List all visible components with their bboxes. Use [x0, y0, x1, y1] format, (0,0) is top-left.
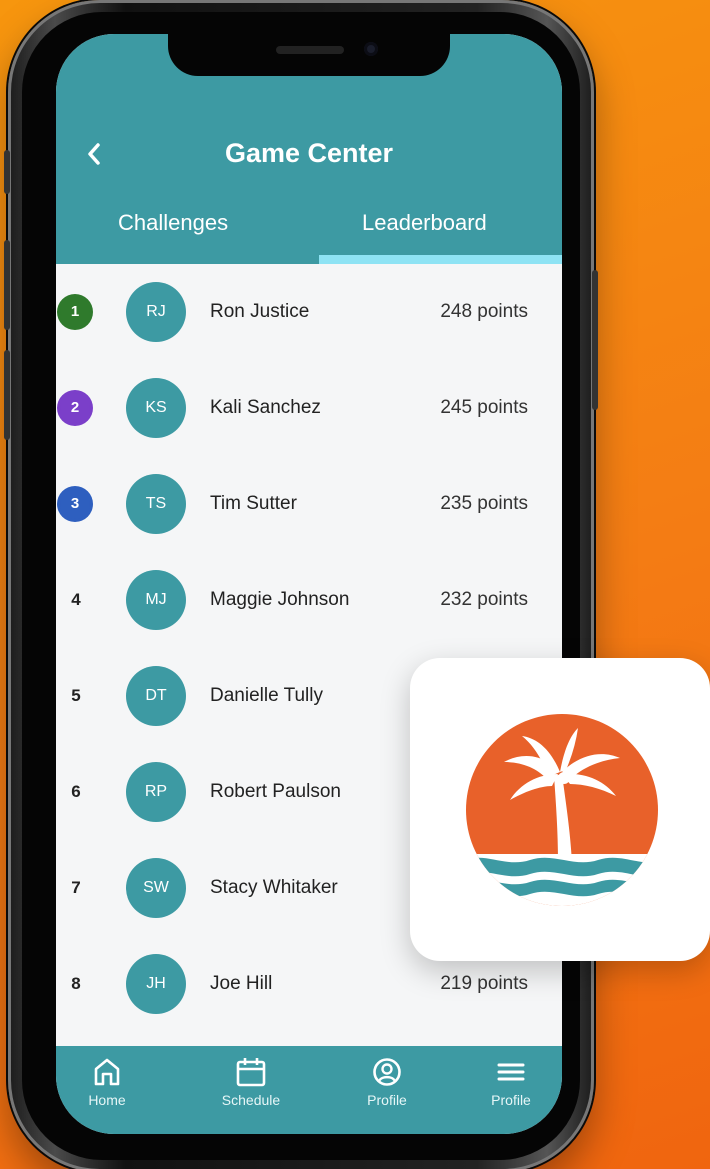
rank-badge: 3 [60, 489, 90, 519]
rank-number: 4 [71, 590, 81, 609]
player-points: 235 points [440, 493, 528, 514]
speaker-grille [276, 46, 344, 54]
nav-menu-label: Profile [491, 1092, 531, 1108]
avatar: JH [126, 954, 186, 1014]
player-name: Joe Hill [210, 973, 273, 994]
rank-number: 5 [71, 686, 81, 705]
rank-number: 8 [71, 974, 81, 993]
notch [168, 34, 450, 76]
leaderboard-row[interactable]: 4 MJ Maggie Johnson 232 points [56, 552, 562, 648]
volume-down-button [4, 350, 10, 440]
rank-badge: 2 [60, 393, 90, 423]
leaderboard-row[interactable]: 3 TS Tim Sutter 235 points [56, 456, 562, 552]
leaderboard-row[interactable]: 2 KS Kali Sanchez 245 points [56, 360, 562, 456]
nav-home-label: Home [88, 1092, 126, 1108]
player-name: Ron Justice [210, 301, 310, 322]
front-camera [364, 42, 378, 56]
tab-leaderboard[interactable]: Leaderboard [362, 210, 487, 236]
phone-frame: Game Center Challenges Leaderboard 1 RJ Ro… [4, 0, 598, 1169]
player-name: Stacy Whitaker [210, 877, 338, 898]
user-circle-icon [342, 1056, 432, 1090]
player-points: 219 points [440, 973, 528, 994]
avatar: RJ [126, 282, 186, 342]
avatar: KS [126, 378, 186, 438]
player-name: Danielle Tully [210, 685, 323, 706]
calendar-icon [206, 1056, 296, 1090]
nav-schedule-label: Schedule [221, 1092, 281, 1108]
rank-number: 6 [71, 782, 81, 801]
player-name: Tim Sutter [210, 493, 297, 514]
nav-profile-label: Profile [367, 1092, 407, 1108]
mute-switch [4, 150, 10, 194]
tab-challenges[interactable]: Challenges [118, 210, 228, 236]
phone-screen: Game Center Challenges Leaderboard 1 RJ Ro… [56, 34, 562, 1134]
player-name: Robert Paulson [210, 781, 341, 802]
avatar: MJ [126, 570, 186, 630]
avatar: SW [126, 858, 186, 918]
app-icon-card [410, 658, 710, 961]
avatar: RP [126, 762, 186, 822]
player-points: 248 points [440, 301, 528, 322]
nav-schedule[interactable]: Schedule [206, 1056, 296, 1108]
nav-home[interactable]: Home [62, 1056, 152, 1108]
home-icon [62, 1056, 152, 1090]
nav-menu[interactable]: Profile [466, 1056, 556, 1108]
avatar: TS [126, 474, 186, 534]
player-name: Maggie Johnson [210, 589, 350, 610]
player-points: 245 points [440, 397, 528, 418]
avatar: DT [126, 666, 186, 726]
menu-icon [466, 1056, 556, 1090]
rank-number: 7 [71, 878, 81, 897]
player-name: Kali Sanchez [210, 397, 321, 418]
bottom-nav: Home Schedule Profile Profile [56, 1046, 562, 1134]
player-points: 232 points [440, 589, 528, 610]
rank-badge: 1 [60, 297, 90, 327]
power-button [592, 270, 598, 410]
page-title: Game Center [224, 138, 394, 168]
active-tab-indicator [319, 255, 562, 264]
palm-tree-logo [466, 714, 658, 906]
leaderboard-row[interactable]: 1 RJ Ron Justice 248 points [56, 264, 562, 360]
nav-profile[interactable]: Profile [342, 1056, 432, 1108]
volume-up-button [4, 240, 10, 330]
